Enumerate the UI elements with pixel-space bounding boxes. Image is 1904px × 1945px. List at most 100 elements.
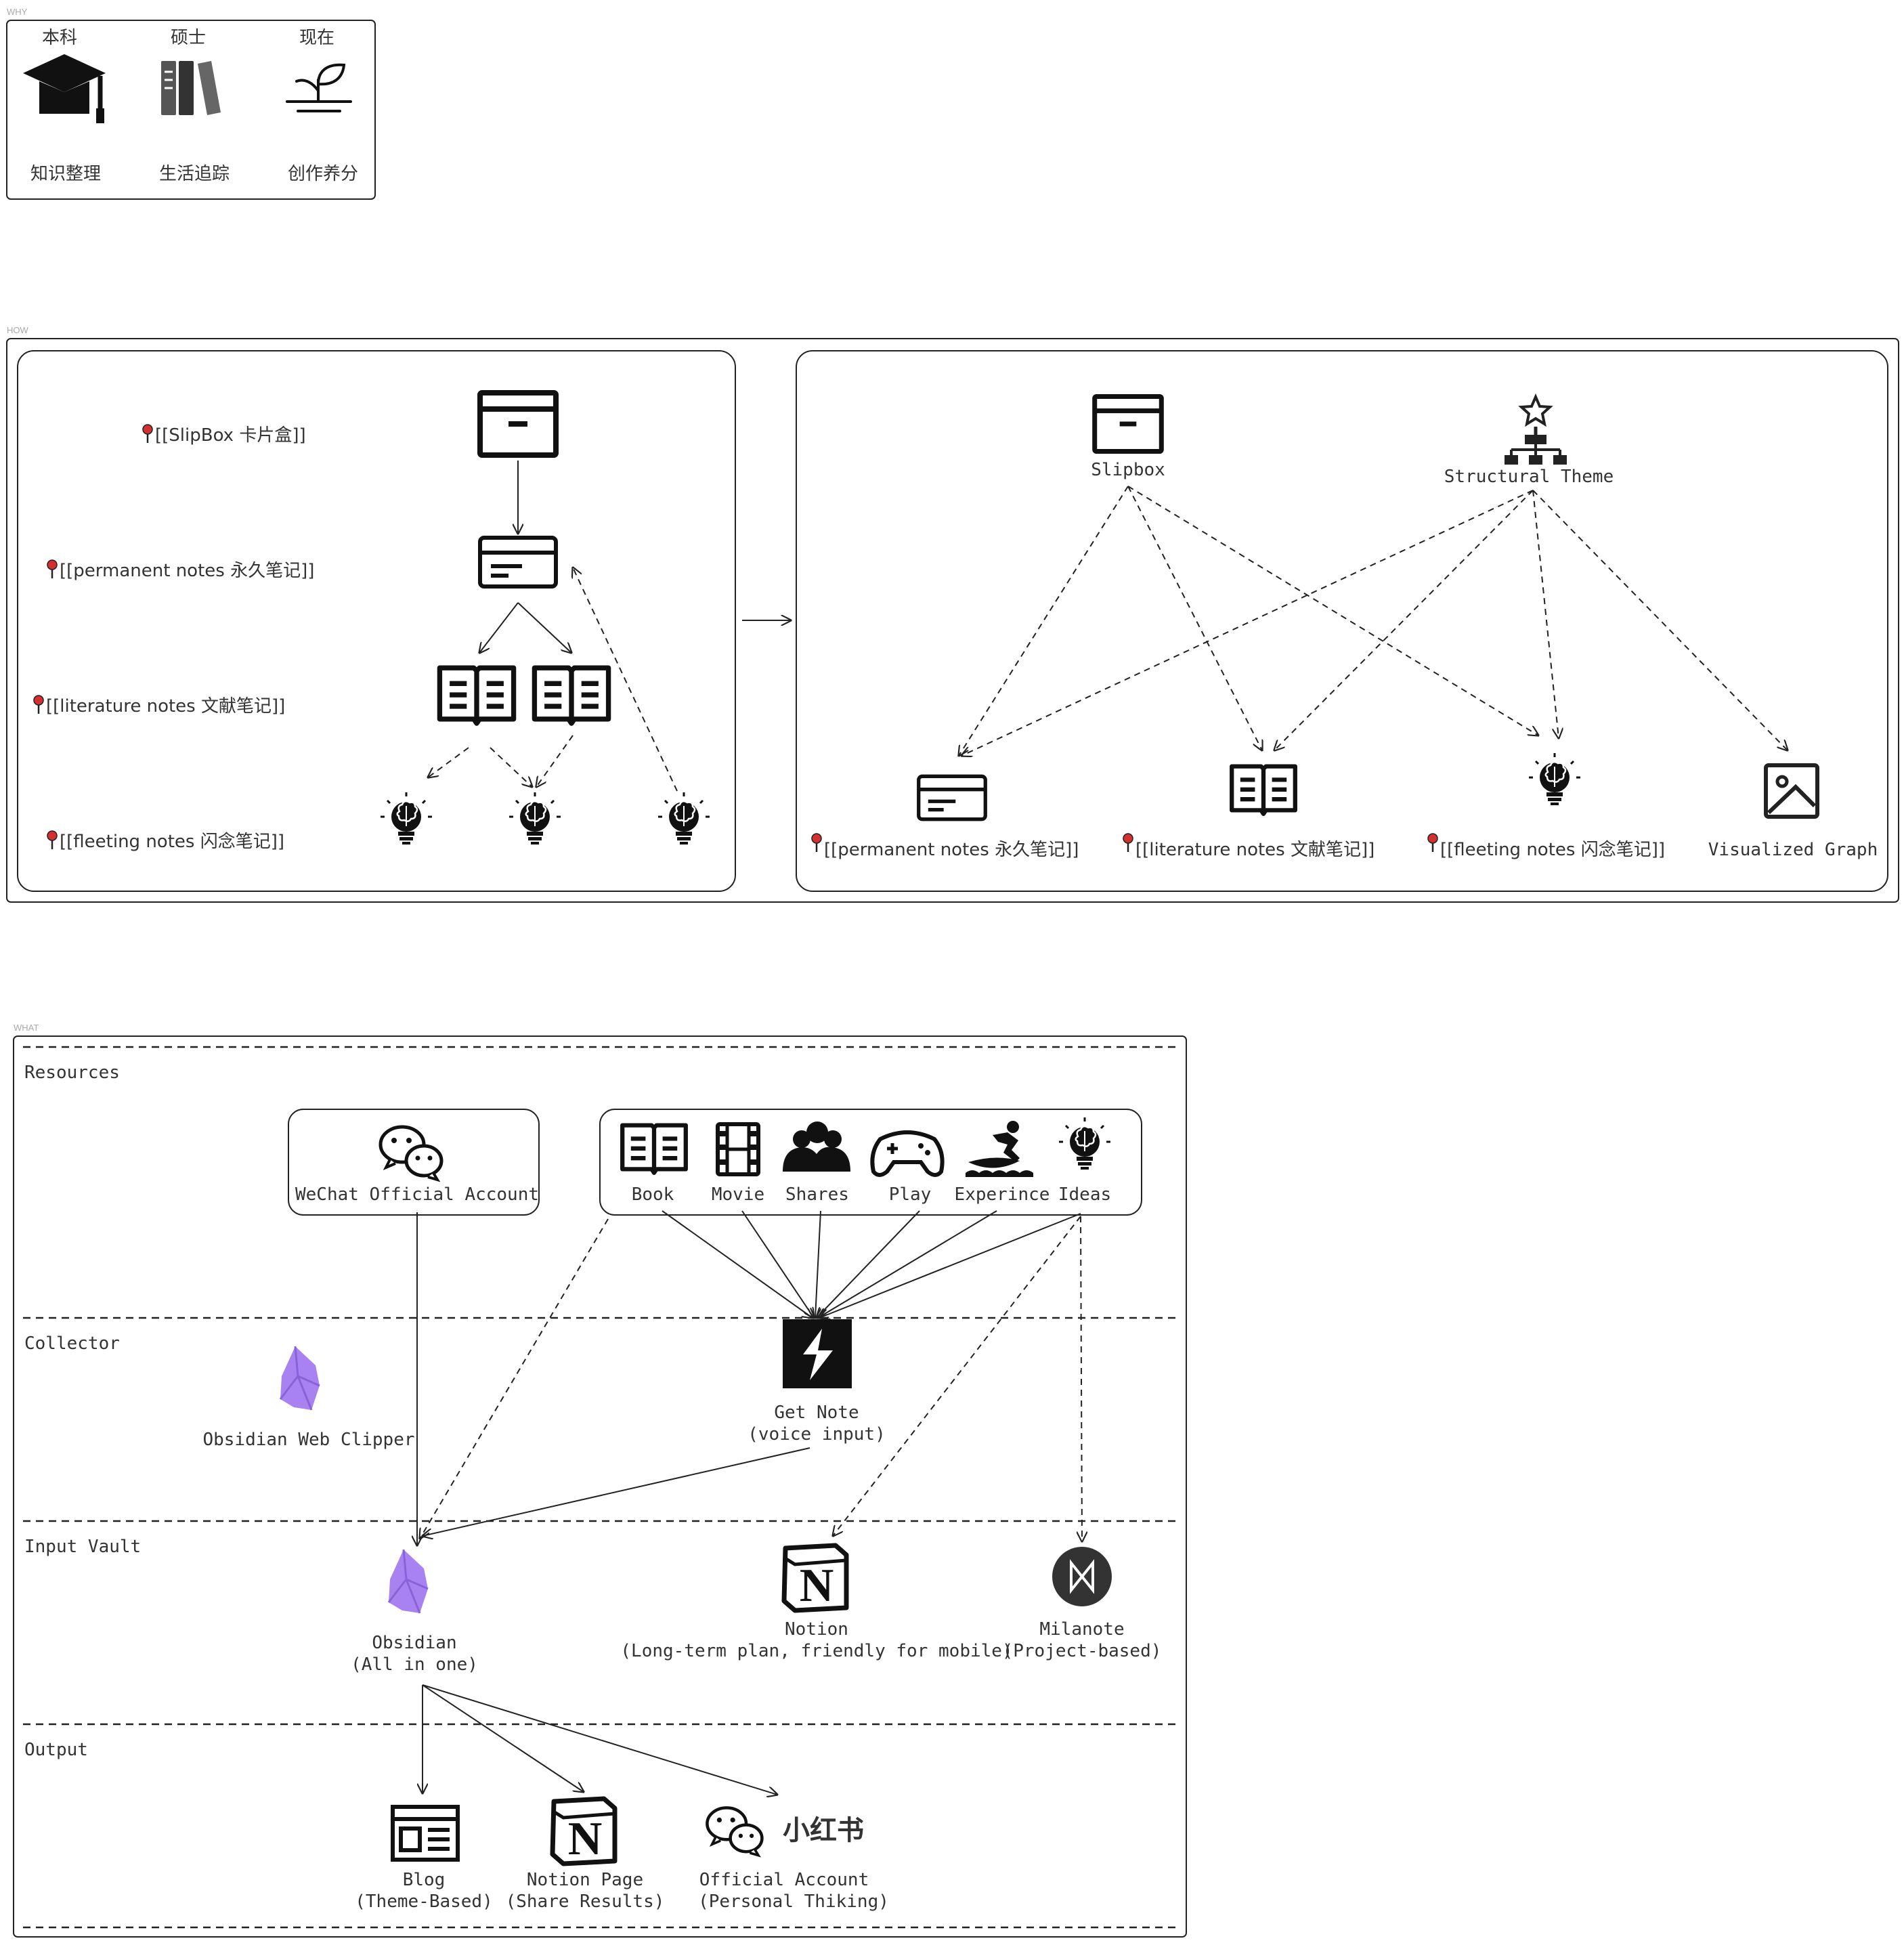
sprout-icon xyxy=(286,63,352,112)
fleeting-bulb-icon xyxy=(1528,752,1582,807)
resource-label: Ideas xyxy=(1058,1184,1111,1205)
official-account-sublabel: (Personal Thiking) xyxy=(698,1891,889,1912)
fleeting-bulb-icon xyxy=(657,791,711,846)
how-left-connectors xyxy=(428,461,678,792)
how-right-connectors xyxy=(959,486,1788,756)
graduation-cap-icon xyxy=(23,54,106,123)
literature-book-icon xyxy=(439,668,513,723)
what-connectors xyxy=(417,1210,1082,1795)
bulb-icon xyxy=(1058,1116,1112,1171)
resource-label: Experince xyxy=(955,1184,1050,1205)
books-icon xyxy=(161,61,221,115)
permanent-note-card-icon xyxy=(919,776,986,819)
resource-label: Movie xyxy=(712,1184,764,1205)
obsidian-web-clipper-label: Obsidian Web Clipper xyxy=(202,1430,414,1450)
wechat-icon xyxy=(381,1127,441,1180)
slipbox-archive-icon xyxy=(480,393,556,455)
notion-page-label: Notion Page xyxy=(527,1870,643,1890)
how-left-label: [[literature notes 文献笔记]] xyxy=(46,696,285,717)
how-right-panel xyxy=(796,350,1888,892)
how-left-row-slipbox: [[SlipBox 卡片盒]] xyxy=(142,423,306,446)
blog-sublabel: (Theme-Based) xyxy=(355,1891,493,1912)
why-stage-top: 硕士 xyxy=(171,28,206,48)
why-stage-bottom: 创作养分 xyxy=(288,164,358,184)
pin-icon xyxy=(810,832,823,853)
notion-icon xyxy=(784,1545,846,1612)
structural-theme-icon xyxy=(1505,393,1567,465)
wechat-icon xyxy=(707,1808,762,1855)
pin-icon xyxy=(1427,832,1439,853)
slipbox-label: Slipbox xyxy=(1091,460,1165,480)
pin-icon xyxy=(46,559,58,580)
section-label-why: WHY xyxy=(7,7,28,17)
how-right-target-label: [[literature notes 文献笔记]] xyxy=(1135,840,1375,860)
how-left-label: [[fleeting notes 闪念笔记]] xyxy=(60,832,284,852)
resource-label: Shares xyxy=(785,1184,849,1205)
surfer-icon xyxy=(966,1121,1033,1177)
why-stage-bottom: 生活追踪 xyxy=(159,164,230,184)
wechat-resource-label: WeChat Official Account xyxy=(295,1184,539,1205)
resource-label: Play xyxy=(889,1184,932,1205)
fleeting-bulb-icon xyxy=(379,791,433,846)
how-left-label: [[permanent notes 永久笔记]] xyxy=(60,561,314,581)
milanote-icon xyxy=(1052,1547,1112,1606)
how-right-target-label: Visualized Graph xyxy=(1708,840,1878,860)
lane-label: Input Vault xyxy=(24,1537,141,1557)
lane-label: Resources xyxy=(24,1063,120,1083)
literature-book-icon xyxy=(534,668,608,723)
blog-icon xyxy=(391,1805,460,1862)
milanote-sublabel: (Project-based) xyxy=(1003,1641,1162,1661)
get-note-icon xyxy=(783,1319,852,1388)
people-icon xyxy=(783,1121,850,1172)
how-left-row-literature: [[literature notes 文献笔记]] xyxy=(33,694,285,717)
how-right-target-label: [[fleeting notes 闪念笔记]] xyxy=(1440,840,1665,860)
book-icon xyxy=(622,1126,686,1173)
pin-icon xyxy=(1122,832,1134,853)
how-right-target-label: [[permanent notes 永久笔记]] xyxy=(824,840,1079,860)
official-account-label: Official Account xyxy=(699,1870,869,1890)
literature-book-icon xyxy=(1232,767,1295,814)
permanent-note-card-icon xyxy=(480,538,556,586)
get-note-sublabel: (voice input) xyxy=(748,1424,886,1445)
obsidian-sublabel: (All in one) xyxy=(351,1654,478,1675)
why-stage-2: 硕士 生活追踪 xyxy=(159,28,230,184)
section-label-how: HOW xyxy=(7,325,29,335)
lane-label: Output xyxy=(24,1740,88,1760)
why-stage-1: 本科 知识整理 xyxy=(23,28,106,184)
how-left-label: [[SlipBox 卡片盒]] xyxy=(155,425,306,446)
notion-sublabel: (Long-term plan, friendly for mobile) xyxy=(620,1641,1012,1661)
lane-label: Collector xyxy=(24,1333,120,1354)
xiaohongshu-logo: 小红书 xyxy=(783,1815,864,1846)
image-graph-icon xyxy=(1764,763,1819,819)
pin-icon xyxy=(46,830,58,851)
how-right-target-3: [[fleeting notes 闪念笔记]] xyxy=(1427,832,1665,860)
why-stage-top: 现在 xyxy=(299,28,334,48)
how-left-row-fleeting: [[fleeting notes 闪念笔记]] xyxy=(46,830,284,852)
notion-label: Notion xyxy=(785,1619,848,1640)
how-right-target-4: Visualized Graph xyxy=(1708,840,1878,860)
obsidian-icon xyxy=(387,1548,429,1615)
how-right-target-2: [[literature notes 文献笔记]] xyxy=(1122,832,1375,860)
structural-theme-label: Structural Theme xyxy=(1444,467,1614,487)
notion-page-sublabel: (Share Results) xyxy=(506,1891,665,1912)
why-stage-top: 本科 xyxy=(42,28,77,48)
notion-page-icon xyxy=(553,1799,615,1865)
how-left-row-permanent: [[permanent notes 永久笔记]] xyxy=(46,559,314,581)
pin-icon xyxy=(33,694,45,715)
resource-label: Book xyxy=(632,1184,674,1205)
film-icon xyxy=(716,1122,760,1176)
why-stage-bottom: 知识整理 xyxy=(30,164,101,184)
blog-label: Blog xyxy=(403,1870,446,1890)
pin-icon xyxy=(142,423,154,444)
obsidian-web-clipper-icon xyxy=(279,1345,321,1411)
how-left-panel xyxy=(17,350,736,892)
how-right-target-1: [[permanent notes 永久笔记]] xyxy=(810,832,1079,860)
section-label-what: WHAT xyxy=(14,1023,39,1033)
milanote-label: Milanote xyxy=(1039,1619,1124,1640)
slipbox-archive-icon xyxy=(1095,397,1162,452)
why-stage-3: 现在 创作养分 xyxy=(286,28,358,184)
fleeting-bulb-icon xyxy=(508,791,562,846)
gamepad-icon xyxy=(870,1130,945,1177)
obsidian-label: Obsidian xyxy=(372,1633,456,1653)
get-note-label: Get Note xyxy=(774,1403,859,1423)
